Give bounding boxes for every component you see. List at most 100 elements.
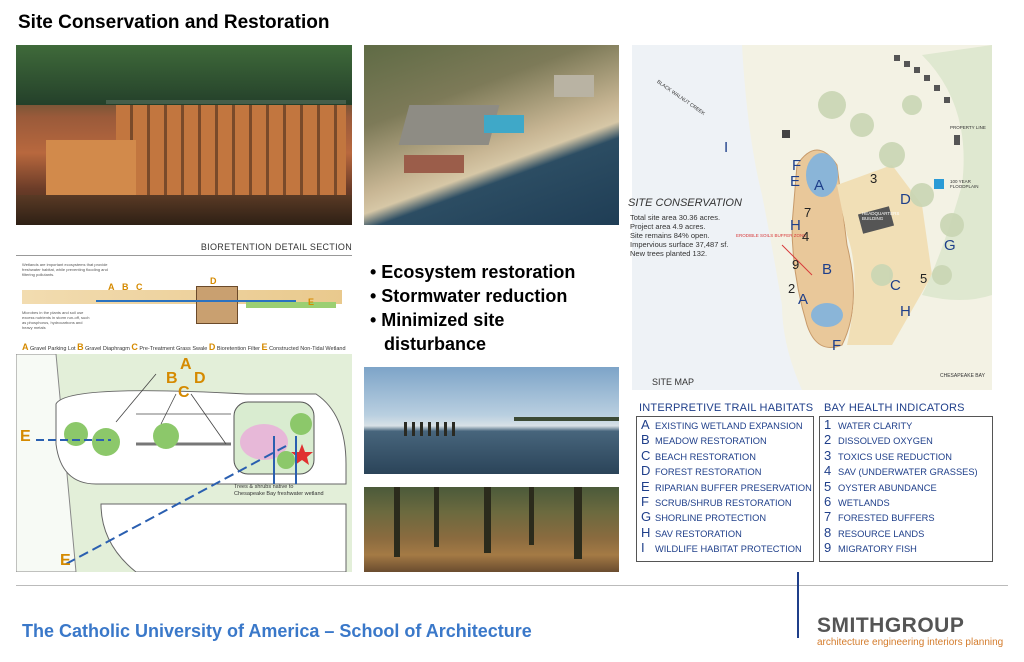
- section-letter-a: A: [108, 282, 115, 292]
- row-key: H: [641, 524, 651, 540]
- row-key: 3: [824, 447, 832, 463]
- table-row: 3 TOXICS USE REDUCTION: [824, 448, 992, 463]
- legend-key-d: D: [208, 342, 216, 352]
- aerial-house: [554, 75, 594, 97]
- row-key: E: [641, 478, 650, 494]
- legend-label-e: Constructed Non-Tidal Wetland: [269, 346, 346, 352]
- heading-divider: [16, 255, 352, 256]
- site-map-caption: SITE MAP: [652, 377, 695, 387]
- plan-note: Trees & shrubs native to Chesapeake Bay …: [234, 484, 324, 497]
- bullet-ecosystem: • Ecosystem restoration: [370, 262, 576, 282]
- bioretention-filter: [196, 286, 238, 324]
- stat-project-area: Project area 4.9 acres.: [630, 222, 706, 231]
- legend-key-b: B: [77, 342, 84, 352]
- map-letter-i: I: [724, 139, 729, 156]
- bay-health-table: 1 WATER CLARITY 2 DISSOLVED OXYGEN 3 TOXICS…: [819, 416, 993, 562]
- site-map: SITE CONSERVATION Total site area 30.36 …: [628, 45, 992, 390]
- trail-habitats-table: A EXISTING WETLAND EXPANSION B MEADOW REST…: [636, 416, 814, 562]
- table-row: C BEACH RESTORATION: [641, 448, 813, 463]
- bioretention-heading: BIORETENTION DETAIL SECTION: [200, 242, 352, 252]
- row-key: 2: [824, 432, 832, 448]
- row-label: MIGRATORY FISH: [838, 544, 917, 555]
- footer-school-name: The Catholic University of America – Sch…: [22, 621, 532, 641]
- map-letter-a-top: A: [814, 177, 825, 194]
- row-key: F: [641, 493, 649, 509]
- map-letter-f-top: F: [792, 157, 802, 174]
- map-letter-f-bottom: F: [832, 337, 842, 354]
- map-number-7: 7: [804, 205, 812, 220]
- table-row: 1 WATER CLARITY: [824, 417, 992, 432]
- far-shore: [514, 417, 619, 421]
- map-letter-g: G: [944, 237, 956, 254]
- aerial-photo: [364, 45, 619, 225]
- section-letter-c: C: [136, 282, 143, 292]
- table-row: B MEADOW RESTORATION: [641, 432, 813, 447]
- legend-key-c: C: [131, 342, 138, 352]
- jetty: [404, 422, 459, 436]
- row-key: 9: [824, 540, 832, 556]
- table-row: G SHORLINE PROTECTION: [641, 509, 813, 524]
- table-row: F SCRUB/SHRUB RESTORATION: [641, 494, 813, 509]
- footer-vertical-rule: [797, 572, 799, 638]
- map-number-4: 4: [802, 229, 810, 244]
- map-letter-h-top: H: [790, 217, 801, 234]
- tree-trunk: [484, 487, 491, 553]
- map-letter-c: C: [890, 277, 901, 294]
- tree-trunk: [529, 487, 534, 545]
- table-row: 5 OYSTER ABUNDANCE: [824, 479, 992, 494]
- bay-health-title: BAY HEALTH INDICATORS: [824, 402, 965, 414]
- row-label: WATER CLARITY: [838, 421, 913, 431]
- bullet-minimized: • Minimized site: [370, 310, 505, 330]
- table-row: 6 WETLANDS: [824, 494, 992, 509]
- row-label: SAV RESTORATION: [655, 528, 742, 539]
- row-key: 4: [824, 463, 832, 479]
- section-legend: A Gravel Parking Lot B Gravel Diaphragm …: [22, 342, 352, 352]
- plan-letter-e-left: E: [20, 428, 31, 445]
- aerial-roof: [404, 155, 464, 173]
- plan-letter-b: B: [166, 370, 178, 387]
- map-letter-b: B: [822, 261, 833, 278]
- water-photo: [364, 367, 619, 474]
- microbes-note: Microbes in the plants and soil use exce…: [22, 310, 90, 330]
- row-key: 5: [824, 478, 832, 494]
- pool: [484, 115, 524, 133]
- map-letter-a-bottom: A: [798, 291, 809, 308]
- table-row: E RIPARIAN BUFFER PRESERVATION: [641, 479, 813, 494]
- map-letter-e: E: [790, 173, 801, 190]
- plan-letter-a: A: [180, 356, 192, 373]
- row-key: B: [641, 432, 650, 448]
- row-label: DISSOLVED OXYGEN: [838, 436, 933, 447]
- row-label: SHORLINE PROTECTION: [655, 513, 767, 524]
- tree-trunk: [574, 487, 582, 559]
- row-label: SCRUB/SHRUB RESTORATION: [655, 497, 792, 508]
- legend-key-a: A: [22, 342, 29, 352]
- table-row: 8 RESOURCE LANDS: [824, 525, 992, 540]
- wetland-note: Wetlands are important ecosystems that p…: [22, 262, 108, 277]
- roof-line: [106, 100, 346, 104]
- tree-trunk: [394, 487, 400, 557]
- table-row: 9 MIGRATORY FISH: [824, 540, 992, 555]
- map-number-5: 5: [920, 271, 928, 286]
- row-key: 8: [824, 524, 832, 540]
- trail-habitats-title: INTERPRETIVE TRAIL HABITATS: [639, 402, 814, 414]
- row-key: 1: [824, 417, 832, 432]
- map-letter-h-bottom: H: [900, 303, 911, 320]
- smithgroup-tagline: architecture engineering interiors plann…: [817, 637, 1004, 648]
- property-line-label: PROPERTY LINE: [950, 125, 986, 130]
- map-number-3: 3: [870, 171, 878, 186]
- building-label: HEADQUARTERS BUILDING: [862, 211, 900, 221]
- row-label: WETLANDS: [838, 497, 890, 508]
- row-label: MEADOW RESTORATION: [655, 436, 767, 447]
- floodplain-label: 100 YEAR FLOODPLAIN: [950, 179, 979, 189]
- row-label: OYSTER ABUNDANCE: [838, 482, 937, 493]
- bullet-list: • Ecosystem restoration • Stormwater red…: [370, 260, 620, 356]
- section-letter-b: B: [122, 282, 129, 292]
- bioretention-panel: BIORETENTION DETAIL SECTION Wetlands are…: [16, 242, 352, 572]
- row-label: FOREST RESTORATION: [655, 467, 762, 478]
- legend-label-c: Pre-Treatment Grass Swale: [139, 346, 208, 352]
- legend-label-d: Bioretention Filter: [216, 346, 260, 352]
- map-number-9: 9: [792, 257, 800, 272]
- row-key: G: [641, 509, 652, 525]
- row-label: FORESTED BUFFERS: [838, 513, 935, 524]
- table-row: A EXISTING WETLAND EXPANSION: [641, 417, 813, 432]
